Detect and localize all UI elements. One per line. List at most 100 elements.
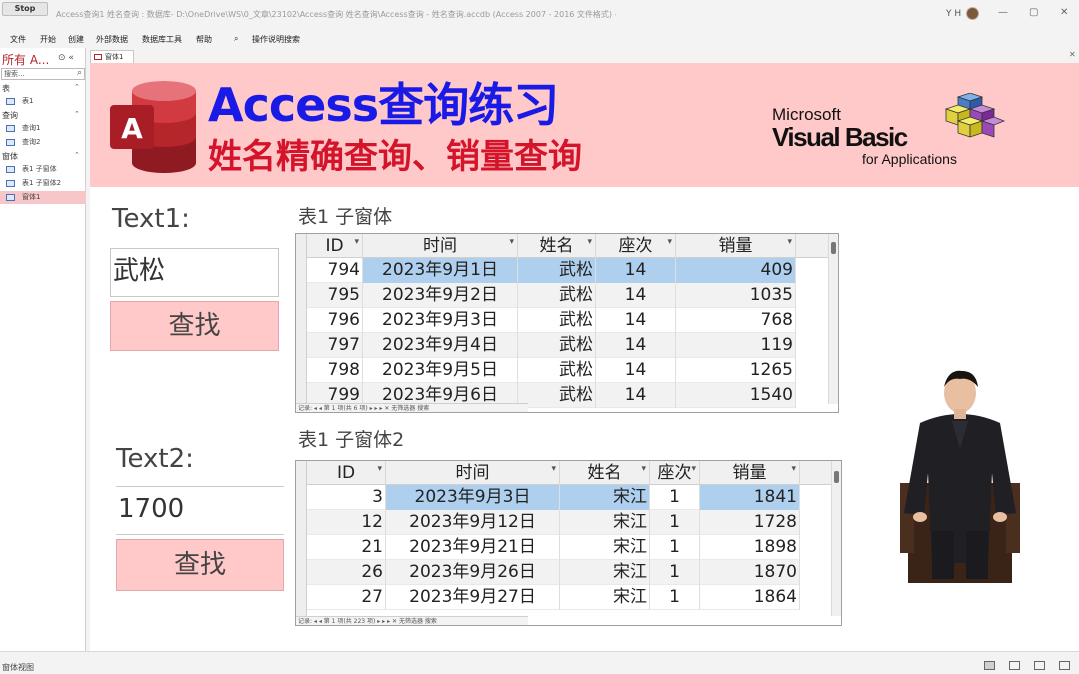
table-row[interactable]: 27 2023年9月27日 宋江 1 1864: [307, 585, 800, 610]
layout-view-icon[interactable]: [1034, 661, 1045, 670]
nav-group-forms[interactable]: 窗体: [2, 151, 18, 162]
nav-item-query1[interactable]: 查询1: [0, 122, 86, 135]
cell-sales[interactable]: 1841: [700, 485, 800, 510]
tab-form1[interactable]: 窗体1: [90, 50, 134, 63]
cell-sales[interactable]: 1540: [676, 383, 796, 408]
vertical-scrollbar[interactable]: [831, 461, 841, 616]
cell-time[interactable]: 2023年9月3日: [363, 308, 518, 333]
cell-time[interactable]: 2023年9月21日: [386, 535, 560, 560]
nav-pane-header[interactable]: 所有 A...: [2, 51, 49, 68]
user-initials[interactable]: Y H: [946, 9, 961, 19]
dropdown-arrow-icon[interactable]: ▾: [791, 461, 796, 481]
column-header-id[interactable]: ID ▾: [307, 461, 386, 485]
cell-seat[interactable]: 14: [596, 283, 676, 308]
column-header-seat[interactable]: 座次 ▾: [596, 234, 676, 258]
form-view-icon[interactable]: [984, 661, 995, 670]
text2-input[interactable]: 1700: [116, 486, 284, 535]
table-row[interactable]: 797 2023年9月4日 武松 14 119: [307, 333, 796, 358]
find-button-2[interactable]: 查找: [116, 539, 284, 591]
dropdown-arrow-icon[interactable]: ▾: [377, 461, 382, 481]
cell-sales[interactable]: 1035: [676, 283, 796, 308]
table-row[interactable]: 21 2023年9月21日 宋江 1 1898: [307, 535, 800, 560]
cell-sales[interactable]: 1870: [700, 560, 800, 585]
record-navigation-bar[interactable]: 记录: ◂ ◂ 第 1 项(共 6 项) ▸ ▸ ▸ ✕ 无筛选器 搜索: [296, 403, 528, 412]
nav-group-tables[interactable]: 表: [2, 83, 10, 94]
cell-name[interactable]: 武松: [518, 383, 596, 408]
table-row[interactable]: 12 2023年9月12日 宋江 1 1728: [307, 510, 800, 535]
cell-name[interactable]: 武松: [518, 258, 596, 283]
cell-name[interactable]: 武松: [518, 358, 596, 383]
dropdown-arrow-icon[interactable]: ▾: [509, 234, 514, 254]
cell-sales[interactable]: 409: [676, 258, 796, 283]
stop-button[interactable]: Stop: [2, 2, 48, 16]
table-row[interactable]: 3 2023年9月3日 宋江 1 1841: [307, 485, 800, 510]
minimize-button[interactable]: —: [998, 7, 1008, 18]
table-row[interactable]: 795 2023年9月2日 武松 14 1035: [307, 283, 796, 308]
find-button-1[interactable]: 查找: [110, 301, 279, 351]
close-button[interactable]: ✕: [1060, 7, 1068, 18]
cell-time[interactable]: 2023年9月26日: [386, 560, 560, 585]
cell-name[interactable]: 宋江: [560, 510, 650, 535]
cell-time[interactable]: 2023年9月5日: [363, 358, 518, 383]
cell-sales[interactable]: 1728: [700, 510, 800, 535]
cell-name[interactable]: 宋江: [560, 485, 650, 510]
cell-id[interactable]: 27: [307, 585, 386, 610]
cell-id[interactable]: 795: [307, 283, 363, 308]
avatar[interactable]: [966, 7, 979, 20]
cell-sales[interactable]: 1265: [676, 358, 796, 383]
nav-item-subform2[interactable]: 表1 子窗体2: [0, 177, 86, 190]
scrollbar-thumb[interactable]: [834, 471, 839, 483]
cell-name[interactable]: 武松: [518, 308, 596, 333]
chevron-up-icon[interactable]: ⌃: [74, 151, 80, 159]
cell-time[interactable]: 2023年9月1日: [363, 258, 518, 283]
tab-external-data[interactable]: 外部数据: [96, 34, 128, 45]
cell-id[interactable]: 3: [307, 485, 386, 510]
cell-name[interactable]: 宋江: [560, 585, 650, 610]
cell-name[interactable]: 宋江: [560, 560, 650, 585]
cell-seat[interactable]: 14: [596, 258, 676, 283]
tell-me-search[interactable]: 操作说明搜索: [252, 34, 300, 45]
cell-id[interactable]: 797: [307, 333, 363, 358]
search-icon[interactable]: ⌕: [77, 68, 82, 78]
column-header-name[interactable]: 姓名 ▾: [518, 234, 596, 258]
datasheet-view-icon[interactable]: [1009, 661, 1020, 670]
cell-sales[interactable]: 119: [676, 333, 796, 358]
table-row[interactable]: 798 2023年9月5日 武松 14 1265: [307, 358, 796, 383]
select-all-cell[interactable]: [296, 461, 307, 485]
dropdown-arrow-icon[interactable]: ▾: [354, 234, 359, 254]
cell-seat[interactable]: 14: [596, 358, 676, 383]
nav-item-form1[interactable]: 窗体1: [0, 191, 86, 204]
cell-name[interactable]: 武松: [518, 283, 596, 308]
nav-item-table1[interactable]: 表1: [0, 95, 86, 108]
cell-id[interactable]: 12: [307, 510, 386, 535]
cell-sales[interactable]: 1864: [700, 585, 800, 610]
cell-time[interactable]: 2023年9月12日: [386, 510, 560, 535]
nav-pane-controls[interactable]: ⊙ «: [58, 53, 74, 63]
restore-button[interactable]: ▢: [1029, 7, 1038, 18]
dropdown-arrow-icon[interactable]: ▾: [787, 234, 792, 254]
close-document-icon[interactable]: ✕: [1069, 50, 1076, 59]
cell-time[interactable]: 2023年9月2日: [363, 283, 518, 308]
cell-id[interactable]: 798: [307, 358, 363, 383]
chevron-up-icon[interactable]: ⌃: [74, 110, 80, 118]
cell-seat[interactable]: 1: [650, 535, 700, 560]
column-header-id[interactable]: ID ▾: [307, 234, 363, 258]
tab-database-tools[interactable]: 数据库工具: [142, 34, 182, 45]
cell-time[interactable]: 2023年9月4日: [363, 333, 518, 358]
tab-create[interactable]: 创建: [68, 34, 84, 45]
scrollbar-thumb[interactable]: [831, 242, 836, 254]
column-header-time[interactable]: 时间 ▾: [363, 234, 518, 258]
lightbulb-search-icon[interactable]: ⌕: [234, 34, 238, 44]
table-row[interactable]: 794 2023年9月1日 武松 14 409: [307, 258, 796, 283]
cell-seat[interactable]: 14: [596, 333, 676, 358]
cell-seat[interactable]: 1: [650, 585, 700, 610]
record-selector-column[interactable]: [296, 485, 307, 616]
table-row[interactable]: 26 2023年9月26日 宋江 1 1870: [307, 560, 800, 585]
column-header-sales[interactable]: 销量 ▾: [676, 234, 796, 258]
nav-item-query2[interactable]: 查询2: [0, 136, 86, 149]
vertical-scrollbar[interactable]: [828, 234, 838, 404]
tab-home[interactable]: 开始: [40, 34, 56, 45]
nav-search-input[interactable]: 搜索... ⌕: [1, 68, 85, 80]
record-selector-column[interactable]: [296, 258, 307, 404]
dropdown-arrow-icon[interactable]: ▾: [667, 234, 672, 254]
